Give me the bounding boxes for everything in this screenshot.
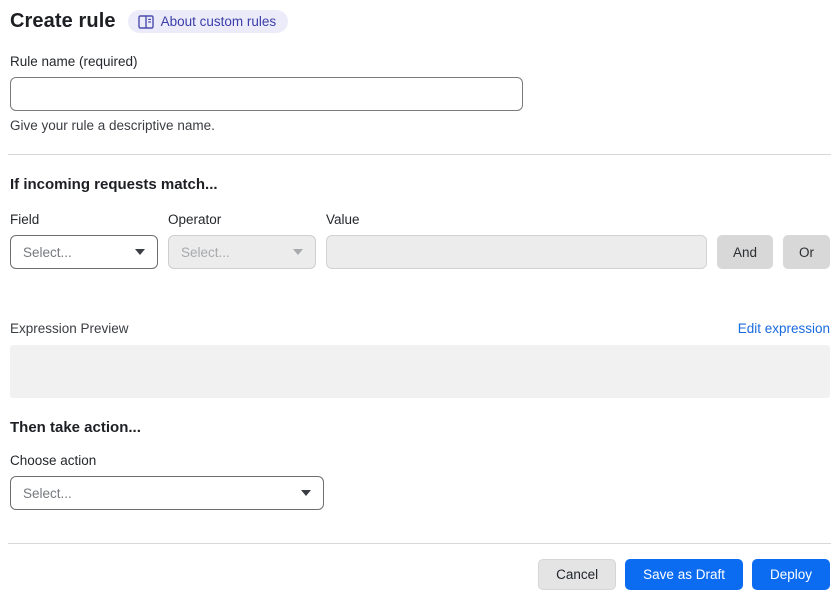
cancel-button[interactable]: Cancel — [538, 559, 617, 590]
operator-label: Operator — [168, 212, 222, 227]
field-select[interactable]: Select... — [10, 235, 158, 269]
field-column: Field Select... — [10, 212, 158, 269]
operator-column: Operator Select... — [168, 212, 316, 269]
expression-preview-box — [10, 345, 830, 398]
rule-name-label: Rule name (required) — [10, 54, 138, 69]
book-icon — [137, 14, 154, 29]
expression-preview-label: Expression Preview — [10, 321, 129, 336]
value-input — [326, 235, 707, 269]
or-button[interactable]: Or — [783, 235, 830, 269]
divider-top — [8, 154, 831, 155]
deploy-button[interactable]: Deploy — [751, 559, 830, 590]
operator-select: Select... — [168, 235, 316, 269]
about-custom-rules-label: About custom rules — [160, 14, 277, 29]
field-select-placeholder: Select... — [23, 244, 72, 260]
match-section-heading: If incoming requests match... — [10, 176, 218, 193]
divider-bottom — [8, 543, 831, 544]
chevron-down-icon — [293, 249, 303, 255]
rule-name-helper: Give your rule a descriptive name. — [10, 118, 215, 133]
choose-action-label: Choose action — [10, 453, 97, 468]
expression-preview-row: Expression Preview Edit expression — [10, 321, 830, 336]
footer-actions: Cancel Save as Draft Deploy — [10, 559, 830, 590]
about-custom-rules-link[interactable]: About custom rules — [127, 10, 289, 33]
page-title: Create rule — [10, 10, 116, 32]
field-label: Field — [10, 212, 40, 227]
and-button[interactable]: And — [716, 235, 773, 269]
header: Create rule About custom rules — [10, 10, 830, 33]
chevron-down-icon — [135, 249, 145, 255]
match-row: Field Select... Operator Select... Value… — [10, 212, 830, 269]
choose-action-placeholder: Select... — [23, 485, 72, 501]
rule-name-group: Rule name (required) Give your rule a de… — [10, 54, 830, 133]
operator-select-placeholder: Select... — [181, 244, 230, 260]
rule-name-input[interactable] — [10, 77, 523, 111]
save-as-draft-button[interactable]: Save as Draft — [625, 559, 743, 590]
value-label: Value — [326, 212, 360, 227]
create-rule-form: Create rule About custom rules Rule name… — [0, 0, 839, 590]
value-column: Value — [326, 212, 707, 269]
edit-expression-link[interactable]: Edit expression — [738, 321, 830, 336]
chevron-down-icon — [301, 490, 311, 496]
choose-action-select[interactable]: Select... — [10, 476, 324, 510]
action-section-heading: Then take action... — [10, 419, 141, 436]
